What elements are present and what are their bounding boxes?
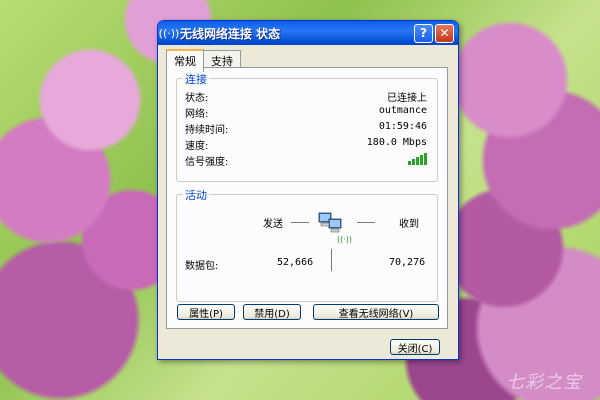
duration-value: 01:59:46	[378, 121, 427, 132]
network-value: outmance	[378, 105, 427, 116]
received-label: 收到	[399, 219, 419, 230]
properties-button[interactable]: 属性(P)	[177, 304, 235, 320]
connection-group: 连接 状态: 已连接上 网络: outmance 持续时间: 01:59:46 …	[176, 71, 438, 182]
title-bar[interactable]: ((·)) 无线网络连接 状态 ? ✕	[158, 21, 458, 45]
duration-row: 持续时间: 01:59:46	[185, 121, 427, 136]
network-activity-icon	[318, 212, 342, 233]
status-row: 状态: 已连接上	[185, 89, 427, 104]
activity-group: 活动 发送 ((·)) 收到 数据包: 52,666 70,276	[176, 187, 438, 302]
duration-label: 持续时间:	[185, 125, 229, 136]
disable-button[interactable]: 禁用(D)	[243, 304, 301, 320]
received-line	[357, 222, 375, 223]
view-wireless-networks-button[interactable]: 查看无线网络(V)	[313, 304, 439, 320]
activity-group-title: 活动	[183, 187, 209, 203]
close-button[interactable]: 关闭(C)	[390, 339, 440, 355]
sent-label: 发送	[263, 219, 283, 230]
packets-received-value: 70,276	[389, 257, 426, 268]
tab-general[interactable]: 常规	[166, 49, 204, 72]
packets-sent-value: 52,666	[277, 257, 314, 268]
signal-label: 信号强度:	[185, 157, 229, 168]
activity-divider	[331, 249, 332, 271]
sent-line	[291, 222, 309, 223]
window-title: 无线网络连接 状态	[180, 26, 281, 41]
status-label: 状态:	[185, 93, 209, 104]
speed-value: 180.0 Mbps	[366, 137, 427, 148]
packets-label: 数据包:	[185, 261, 219, 272]
network-row: 网络: outmance	[185, 105, 427, 120]
signal-strength-icon	[408, 153, 427, 165]
signal-row: 信号强度:	[185, 153, 427, 168]
wireless-wave-icon: ((·))	[337, 235, 353, 244]
wireless-network-icon: ((·))	[158, 26, 180, 40]
watermark: 七彩之宝	[506, 372, 582, 392]
help-button[interactable]: ?	[414, 23, 433, 43]
speed-row: 速度: 180.0 Mbps	[185, 137, 427, 152]
tab-panel-general: 连接 状态: 已连接上 网络: outmance 持续时间: 01:59:46 …	[166, 67, 448, 329]
close-window-button[interactable]: ✕	[435, 23, 454, 43]
speed-label: 速度:	[185, 141, 209, 152]
status-value: 已连接上	[387, 93, 427, 104]
connection-group-title: 连接	[183, 71, 209, 87]
status-dialog: ((·)) 无线网络连接 状态 ? ✕ 常规 支持 连接 状态: 已连接上 网络…	[157, 20, 459, 360]
network-label: 网络:	[185, 109, 209, 120]
